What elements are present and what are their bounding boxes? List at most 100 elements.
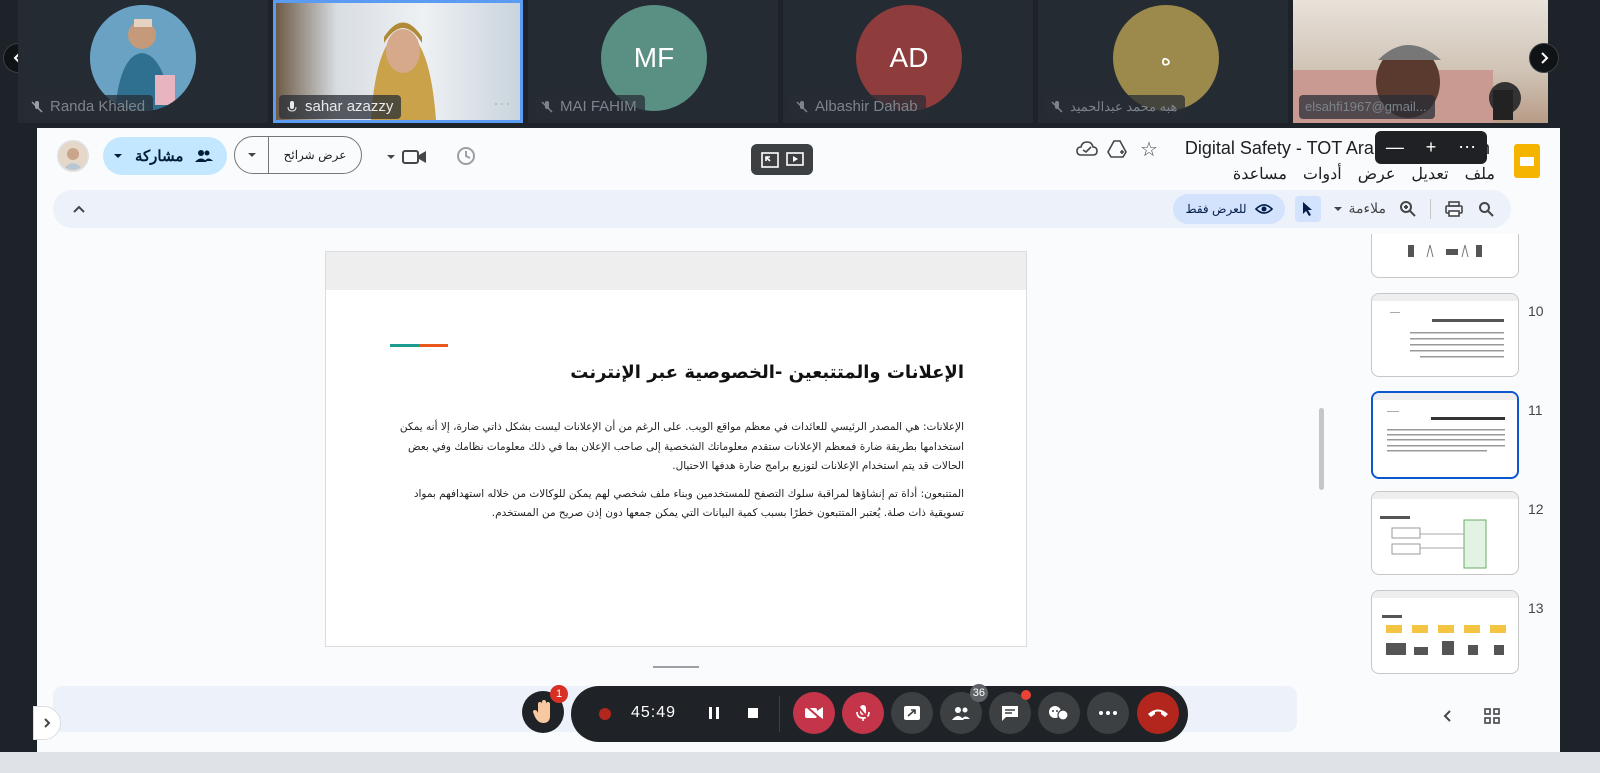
zoom-button[interactable] [1397,198,1419,220]
raise-hand-icon [533,700,550,723]
mic-off-button[interactable] [842,692,884,734]
participant-tile-5[interactable]: ه هبه محمد عبدالحميد [1038,0,1288,123]
share-button[interactable]: مشاركة [103,137,227,175]
camera-off-button[interactable] [793,692,835,734]
current-slide[interactable]: الإعلانات والمتتبعين -الخصوصية عبر الإنت… [325,251,1027,647]
hand-count-badge: 1 [550,685,568,703]
leave-call-button[interactable] [1137,692,1179,734]
presentation-controls [751,144,813,175]
people-icon [952,707,970,720]
participant-tile-6[interactable]: elsahfi1967@gmail... [1293,0,1548,123]
slide-number: 10 [1528,303,1544,319]
screen-bottom-edge [0,752,1600,773]
editing-toolbar: للعرض فقط ملاءمة [53,190,1511,228]
more-options-button[interactable] [1087,692,1129,734]
print-button[interactable] [1443,198,1465,220]
controls-divider [779,696,780,732]
recording-indicator-icon [599,708,611,720]
zoom-in-icon [1400,201,1416,217]
participant-strip: Randa Khaled sahar azazzy ⋯ MF MAI FAHIM… [0,0,1600,126]
slide-paragraph-ads: الإعلانات: هي المصدر الرئيسي للعائدات في… [399,421,964,472]
slideshow-button[interactable]: عرض شرائح [234,136,362,174]
view-only-badge[interactable]: للعرض فقط [1173,194,1285,224]
present-icon[interactable] [785,151,805,169]
version-history-button[interactable] [453,143,479,169]
participant-tile-1[interactable]: Randa Khaled [18,0,268,123]
chat-notification-dot [1021,690,1031,700]
minimize-icon[interactable]: — [1386,137,1404,158]
pause-recording-button[interactable] [693,692,735,734]
slideshow-dropdown[interactable] [235,137,269,173]
grid-icon [1484,708,1500,724]
pause-icon [709,707,719,719]
avatar[interactable] [57,140,89,172]
activities-button[interactable] [1038,692,1080,734]
stop-recording-button[interactable] [732,692,774,734]
chat-button[interactable] [989,690,1031,734]
participant-tile-3[interactable]: MF MAI FAHIM [528,0,778,123]
mic-off-icon [856,704,870,721]
slide-thumbnail-selected[interactable] [1371,391,1519,479]
slides-logo-icon [1514,144,1540,178]
chat-icon [1002,706,1018,721]
slide-canvas[interactable]: الإعلانات والمتتبعين -الخصوصية عبر الإنت… [37,234,1327,689]
raise-hand-button[interactable]: 1 [522,685,568,733]
floating-controls: — + ⋯ [1375,131,1487,164]
star-icon[interactable]: ☆ [1137,137,1161,161]
select-tool-button[interactable] [1295,196,1321,222]
present-screen-button[interactable] [891,692,933,734]
cursor-icon [1303,202,1312,216]
grid-view-button[interactable] [1480,704,1504,728]
more-options-icon [1099,711,1117,715]
plus-icon[interactable]: + [1426,137,1437,158]
present-screen-icon [904,706,920,720]
search-button[interactable] [1475,198,1497,220]
slide-paragraph-trackers: المتتبعون: أداة تم إنشاؤها لمراقبة سلوك … [413,487,964,520]
participant-tile-4[interactable]: AD Albashir Dahab [783,0,1033,123]
swap-screen-icon[interactable] [760,151,780,169]
collapse-toolbar-button[interactable] [69,199,89,219]
video-camera-icon [402,150,426,164]
slide-header-band [326,252,1026,290]
participant-name-tag: MAI FAHIM [534,95,645,119]
mic-off-icon [1051,101,1063,113]
menu-help[interactable]: مساعدة [1233,164,1287,184]
people-count-badge: 36 [969,684,988,702]
menu-tools[interactable]: أدوات [1303,164,1342,184]
more-options-icon[interactable]: ⋯ [1458,137,1476,158]
more-options-icon[interactable]: ⋯ [493,94,511,115]
history-icon [457,147,475,165]
mic-off-icon [796,101,808,113]
mic-off-icon [541,101,553,113]
menu-edit[interactable]: تعديل [1411,164,1448,184]
slide-filmstrip: 10 11 12 13 [1328,234,1560,684]
menu-file[interactable]: ملف [1465,164,1495,184]
slides-app: مشاركة عرض شرائح ☆ Digital Safety - TOT [37,128,1560,765]
activities-icon [1049,706,1069,721]
camera-off-icon [805,705,823,721]
select-tool-dropdown[interactable] [1331,202,1345,216]
zoom-level[interactable]: ملاءمة [1349,200,1386,217]
slide-thumbnail[interactable] [1371,491,1519,575]
menu-bar: ملف تعديل عرض أدوات مساعدة [1233,164,1495,184]
collapse-filmstrip-button[interactable] [1435,704,1459,728]
slideshow-label: عرض شرائح [283,148,347,162]
chevron-down-icon [247,153,256,157]
slide-accent-line [390,344,448,347]
participant-name-tag: Albashir Dahab [789,95,926,119]
meet-call-button[interactable] [384,146,430,168]
next-participants-button[interactable] [1529,43,1559,73]
resize-handle[interactable] [653,666,699,668]
stop-icon [748,708,758,718]
menu-view[interactable]: عرض [1358,164,1396,184]
filmstrip-scrollbar[interactable] [1319,408,1324,490]
slide-thumbnail[interactable] [1371,293,1519,377]
participant-name-tag: sahar azazzy [279,95,402,119]
slide-thumbnail[interactable] [1371,234,1519,278]
slide-thumbnail[interactable] [1371,590,1519,674]
move-to-drive-icon[interactable] [1105,137,1129,161]
people-button[interactable]: 36 [940,684,988,734]
chevron-right-icon [44,718,51,728]
participant-tile-2[interactable]: sahar azazzy ⋯ [273,0,523,123]
chevron-left-icon [1443,710,1451,722]
